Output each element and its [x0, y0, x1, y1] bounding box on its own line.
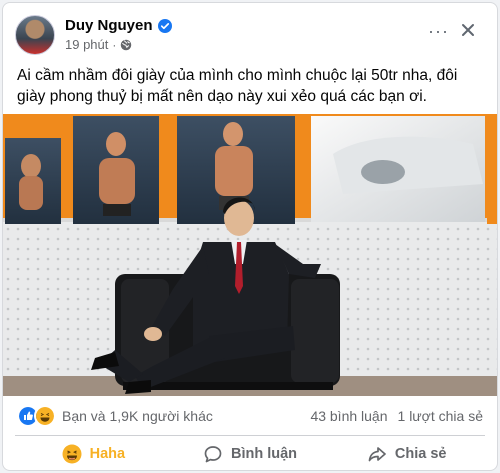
post-header: Duy Nguyen 19 phút · ··· [15, 13, 485, 59]
haha-label: Haha [89, 446, 126, 462]
post-time[interactable]: 19 phút [65, 37, 108, 52]
haha-reaction-icon [34, 405, 56, 427]
author-avatar[interactable] [15, 15, 55, 55]
reactions-count[interactable]: Bạn và 1,9K người khác [62, 408, 213, 424]
reactions-bar: Bạn và 1,9K người khác 43 bình luận 1 lư… [17, 405, 483, 427]
comments-count[interactable]: 43 bình luận [310, 408, 387, 424]
more-options-icon[interactable]: ··· [428, 22, 449, 40]
post-photo[interactable] [3, 114, 498, 396]
haha-icon [62, 444, 82, 464]
engagement-counts: 43 bình luận 1 lượt chia sẻ [310, 408, 483, 424]
globe-icon[interactable] [120, 39, 132, 51]
author-name[interactable]: Duy Nguyen [65, 17, 153, 34]
divider [15, 435, 485, 436]
author-row: Duy Nguyen [65, 17, 172, 34]
post-card: Duy Nguyen 19 phút · ··· Ai cầm nhầm đôi… [2, 2, 498, 471]
reaction-icons[interactable] [17, 405, 56, 427]
post-text: Ai cầm nhầm đôi giày của mình cho mình c… [17, 67, 458, 105]
close-icon[interactable] [457, 19, 479, 41]
verified-icon [157, 18, 172, 33]
comment-icon [204, 446, 222, 463]
post-actions: Haha Bình luận Chia sẻ [15, 440, 485, 468]
shares-count[interactable]: 1 lượt chia sẻ [398, 408, 483, 424]
post-meta: 19 phút · [65, 37, 132, 52]
share-label: Chia sẻ [394, 446, 447, 462]
comment-button[interactable]: Bình luận [172, 440, 329, 468]
meta-separator: · [112, 37, 117, 52]
comment-label: Bình luận [230, 446, 298, 462]
share-icon [368, 447, 386, 462]
share-button[interactable]: Chia sẻ [328, 440, 485, 468]
haha-button[interactable]: Haha [15, 440, 172, 468]
